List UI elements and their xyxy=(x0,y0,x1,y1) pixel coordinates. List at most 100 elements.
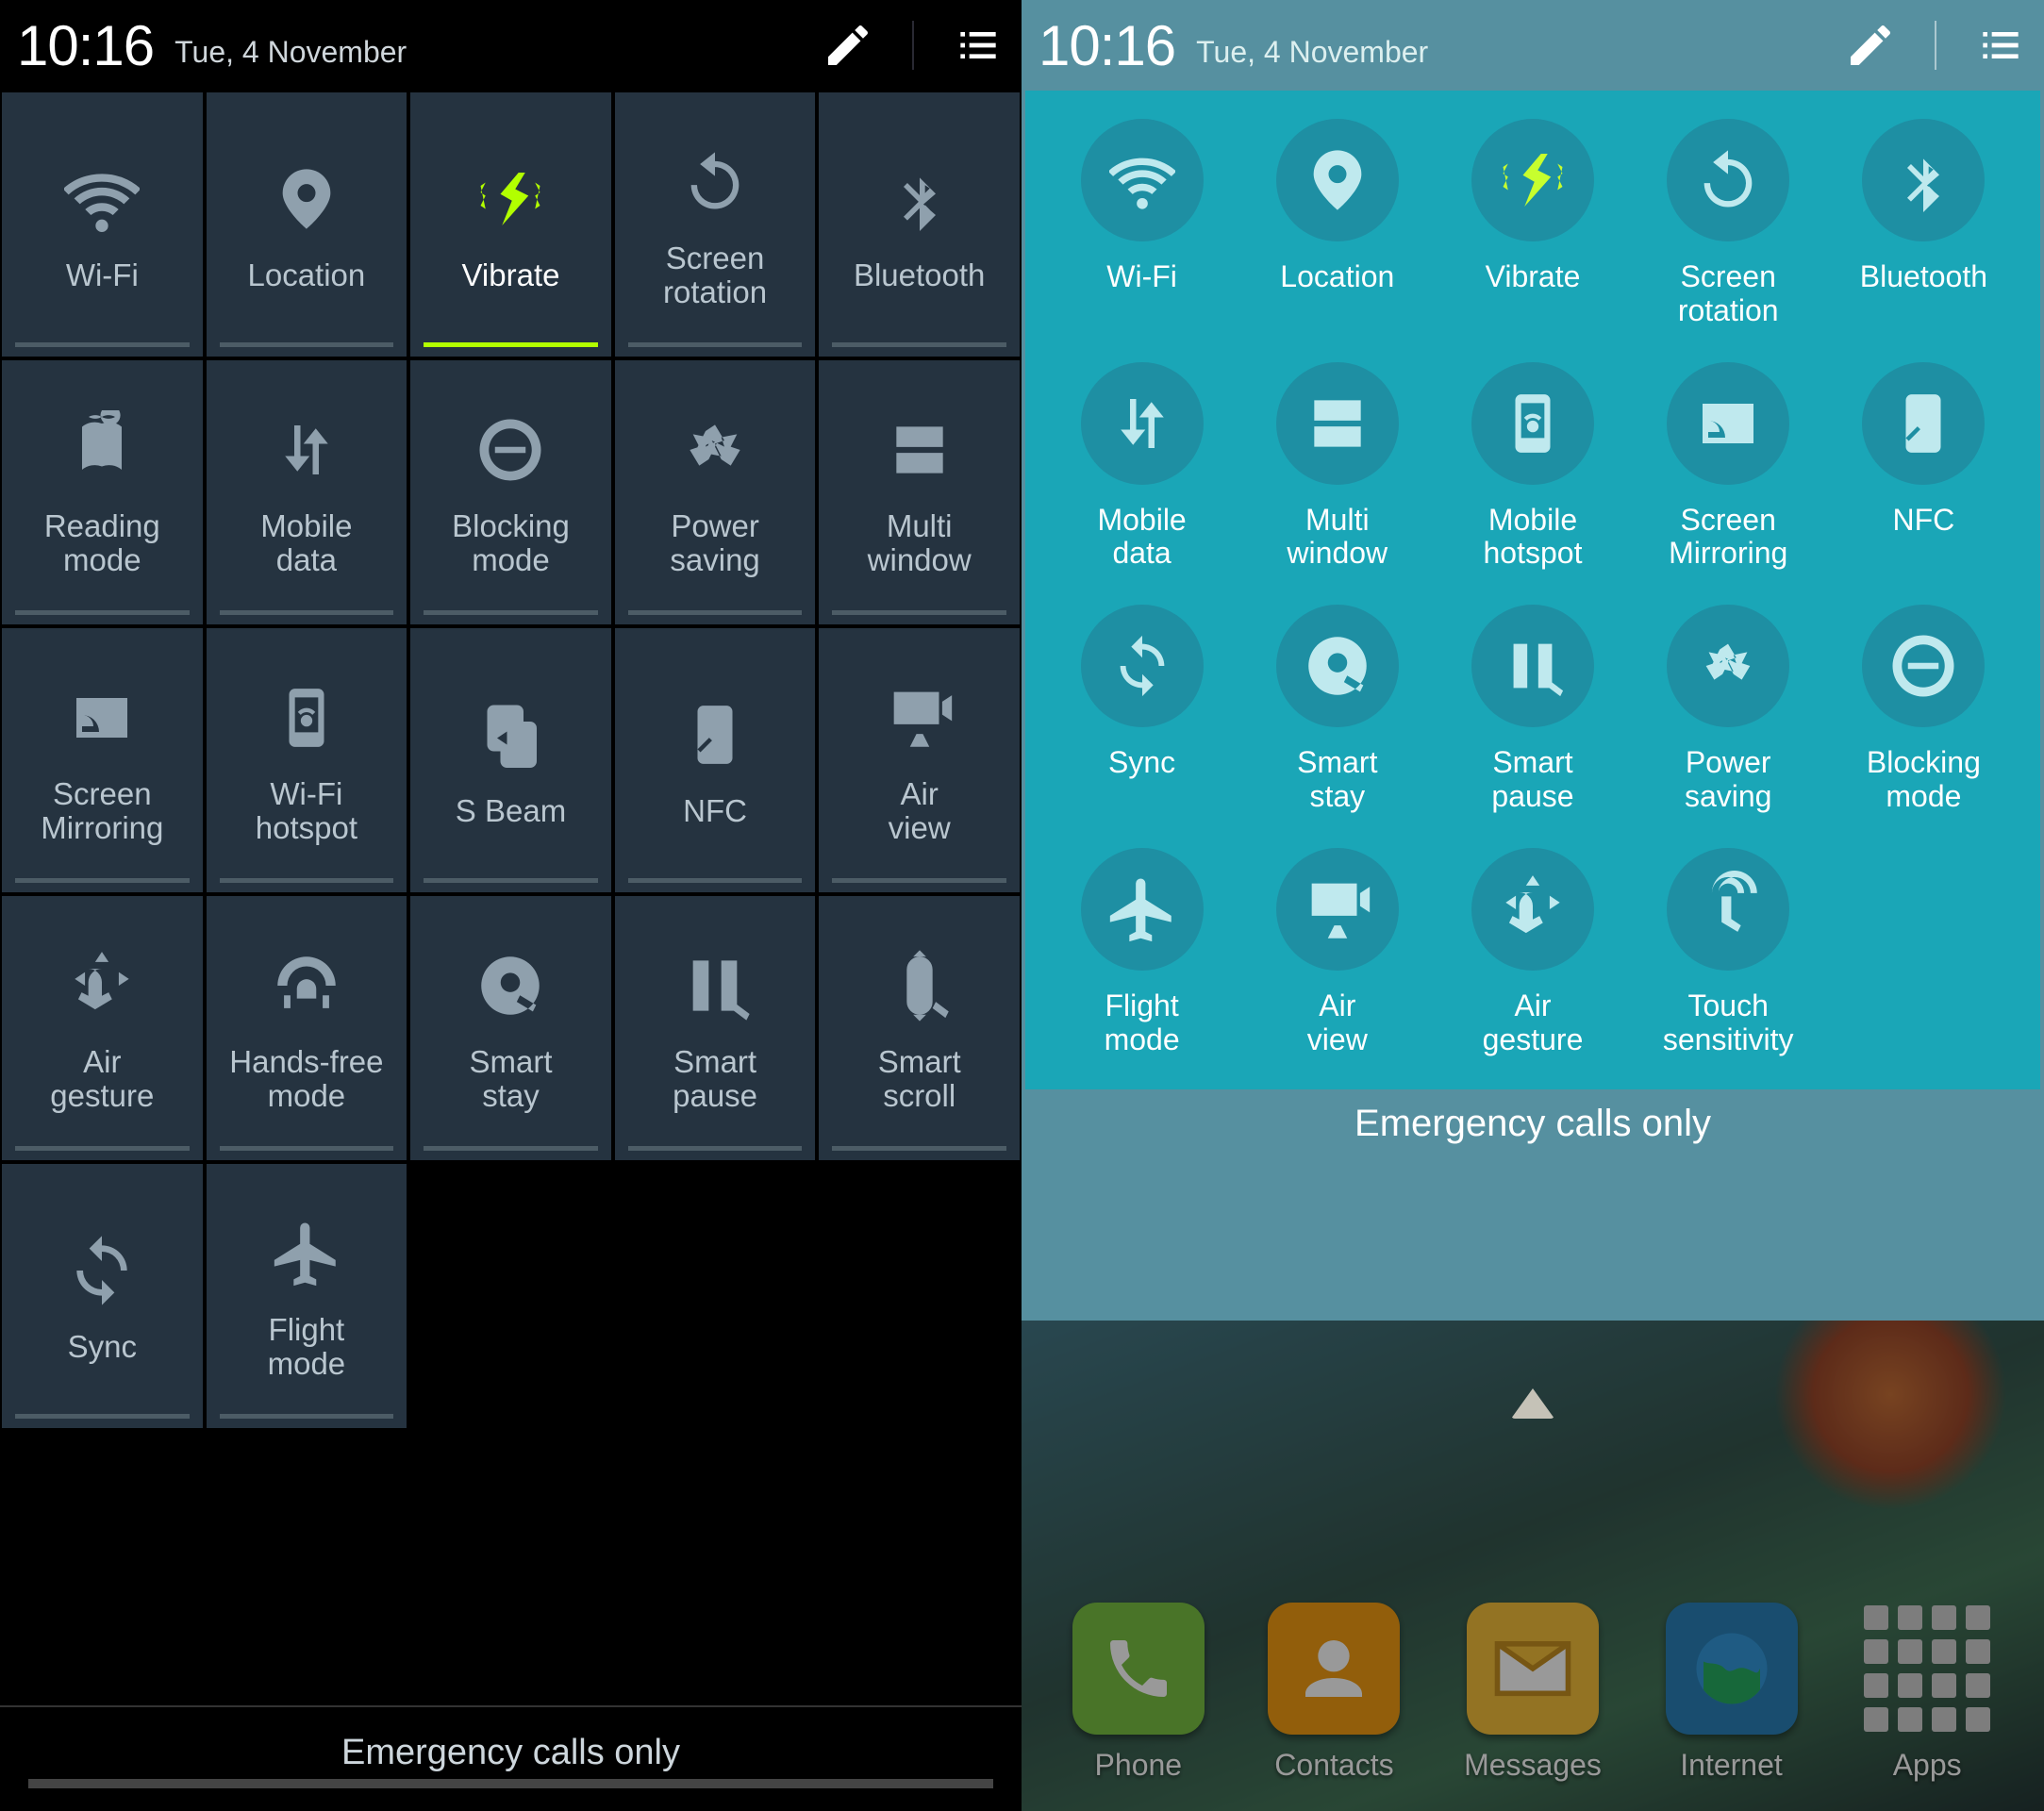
toggle-sync[interactable]: Sync xyxy=(1044,605,1239,814)
toggle-rotation[interactable]: Screen rotation xyxy=(1631,119,1826,328)
flight-icon xyxy=(264,1211,349,1296)
toggle-indicator xyxy=(832,878,1006,883)
toggle-label: Screen Mirroring xyxy=(37,777,167,846)
toggle-airgesture[interactable]: Air gesture xyxy=(1435,848,1630,1057)
dock-label: Messages xyxy=(1464,1748,1602,1783)
toggle-label: Smart pause xyxy=(669,1045,761,1114)
toggle-mobiledata[interactable]: Mobile data xyxy=(207,360,407,624)
toggle-indicator xyxy=(220,1414,394,1419)
list-icon[interactable] xyxy=(952,19,1005,72)
multiwindow-icon xyxy=(1276,362,1399,485)
airgesture-icon xyxy=(59,943,144,1028)
toggle-blocking[interactable]: Blocking mode xyxy=(410,360,611,624)
toggle-label: Wi-Fi xyxy=(62,258,142,292)
date: Tue, 4 November xyxy=(1196,35,1428,70)
toggle-label: Blocking mode xyxy=(1867,746,1981,814)
toggle-mirroring[interactable]: Screen Mirroring xyxy=(1631,362,1826,572)
list-icon[interactable] xyxy=(1974,19,2027,72)
toggle-flight[interactable]: Flight mode xyxy=(207,1164,407,1428)
toggle-nfc[interactable]: NFC xyxy=(1826,362,2021,572)
rotation-icon xyxy=(673,140,757,224)
toggle-multiwindow[interactable]: Multi window xyxy=(819,360,1020,624)
toggle-airview[interactable]: Air view xyxy=(1239,848,1435,1057)
toggle-label: Power saving xyxy=(666,509,763,578)
toggle-blocking[interactable]: Blocking mode xyxy=(1826,605,2021,814)
header-divider xyxy=(1935,21,1936,70)
edit-icon[interactable] xyxy=(822,19,874,72)
recycle-icon xyxy=(673,407,757,492)
toggle-smartstay[interactable]: Smart stay xyxy=(410,896,611,1160)
toggle-location[interactable]: Location xyxy=(1239,119,1435,328)
toggle-hotspot[interactable]: Wi-Fi hotspot xyxy=(207,628,407,892)
toggle-airview[interactable]: Air view xyxy=(819,628,1020,892)
toggle-smartstay[interactable]: Smart stay xyxy=(1239,605,1435,814)
edit-icon[interactable] xyxy=(1844,19,1897,72)
toggle-location[interactable]: Location xyxy=(207,92,407,357)
quick-toggle-panel: Wi-FiLocationVibrateScreen rotationBluet… xyxy=(1025,91,2040,1089)
toggle-mobiledata[interactable]: Mobile data xyxy=(1044,362,1239,572)
toggle-recycle[interactable]: Power saving xyxy=(615,360,816,624)
recycle-icon xyxy=(1667,605,1789,727)
toggle-label: Flight mode xyxy=(1105,989,1180,1057)
toggle-indicator xyxy=(628,610,803,615)
hotspot-icon xyxy=(1471,362,1594,485)
toggle-smartpause[interactable]: Smart pause xyxy=(615,896,816,1160)
toggle-sync[interactable]: Sync xyxy=(2,1164,203,1428)
nfc-icon xyxy=(673,692,757,777)
toggle-label: Multi window xyxy=(864,509,975,578)
toggle-smartscroll[interactable]: Smart scroll xyxy=(819,896,1020,1160)
dock-label: Contacts xyxy=(1274,1748,1393,1783)
smartstay-icon xyxy=(468,943,553,1028)
dock-internet[interactable]: Internet xyxy=(1666,1603,1798,1783)
toggle-indicator xyxy=(628,878,803,883)
multiwindow-icon xyxy=(877,407,962,492)
dock-phone[interactable]: Phone xyxy=(1072,1603,1205,1783)
toggle-bluetooth[interactable]: Bluetooth xyxy=(819,92,1020,357)
toggle-vibrate[interactable]: Vibrate xyxy=(410,92,611,357)
location-icon xyxy=(264,157,349,241)
toggle-nfc[interactable]: NFC xyxy=(615,628,816,892)
toggle-label: Smart pause xyxy=(1491,746,1573,814)
toggle-touch[interactable]: Touch sensitivity xyxy=(1631,848,1826,1057)
toggle-bluetooth[interactable]: Bluetooth xyxy=(1826,119,2021,328)
toggle-label: Mobile hotspot xyxy=(1484,504,1583,572)
phone-icon xyxy=(1072,1603,1205,1735)
toggle-hotspot[interactable]: Mobile hotspot xyxy=(1435,362,1630,572)
dock: Phone Contacts Messages Internet Apps xyxy=(1022,1603,2044,1783)
nfc-icon xyxy=(1862,362,1985,485)
toggle-airgesture[interactable]: Air gesture xyxy=(2,896,203,1160)
dock-messages[interactable]: Messages xyxy=(1464,1603,1602,1783)
toggle-recycle[interactable]: Power saving xyxy=(1631,605,1826,814)
dock-apps[interactable]: Apps xyxy=(1861,1603,1993,1783)
status-header: 10:16 Tue, 4 November xyxy=(1022,0,2044,91)
toggle-label: NFC xyxy=(1893,504,1955,538)
toggle-smartpause[interactable]: Smart pause xyxy=(1435,605,1630,814)
bottom-handle[interactable] xyxy=(28,1779,993,1788)
toggle-handsfree[interactable]: Hands-free mode xyxy=(207,896,407,1160)
location-icon xyxy=(1276,119,1399,241)
toggle-reading[interactable]: Reading mode xyxy=(2,360,203,624)
toggle-vibrate[interactable]: Vibrate xyxy=(1435,119,1630,328)
dock-contacts[interactable]: Contacts xyxy=(1268,1603,1400,1783)
toggle-label: Bluetooth xyxy=(850,258,989,292)
toggle-sbeam[interactable]: S Beam xyxy=(410,628,611,892)
smartstay-icon xyxy=(1276,605,1399,727)
toggle-label: Location xyxy=(244,258,370,292)
divider-line xyxy=(0,1705,1022,1707)
toggle-flight[interactable]: Flight mode xyxy=(1044,848,1239,1057)
bluetooth-icon xyxy=(877,157,962,241)
quick-settings-panel-dark: 10:16 Tue, 4 November Wi-FiLocationVibra… xyxy=(0,0,1022,1811)
toggle-wifi[interactable]: Wi-Fi xyxy=(2,92,203,357)
toggle-label: Air gesture xyxy=(1483,989,1584,1057)
toggle-rotation[interactable]: Screen rotation xyxy=(615,92,816,357)
toggle-label: Flight mode xyxy=(264,1313,350,1382)
mirroring-icon xyxy=(1667,362,1789,485)
quick-toggle-grid: Wi-Fi Location VibrateScreen rotation Bluet… xyxy=(0,91,1022,1430)
toggle-indicator xyxy=(220,610,394,615)
wifi-icon xyxy=(59,157,144,241)
toggle-mirroring[interactable]: Screen Mirroring xyxy=(2,628,203,892)
mobiledata-icon xyxy=(1081,362,1204,485)
toggle-multiwindow[interactable]: Multi window xyxy=(1239,362,1435,572)
toggle-wifi[interactable]: Wi-Fi xyxy=(1044,119,1239,328)
emergency-status: Emergency calls only xyxy=(1022,1103,2044,1145)
